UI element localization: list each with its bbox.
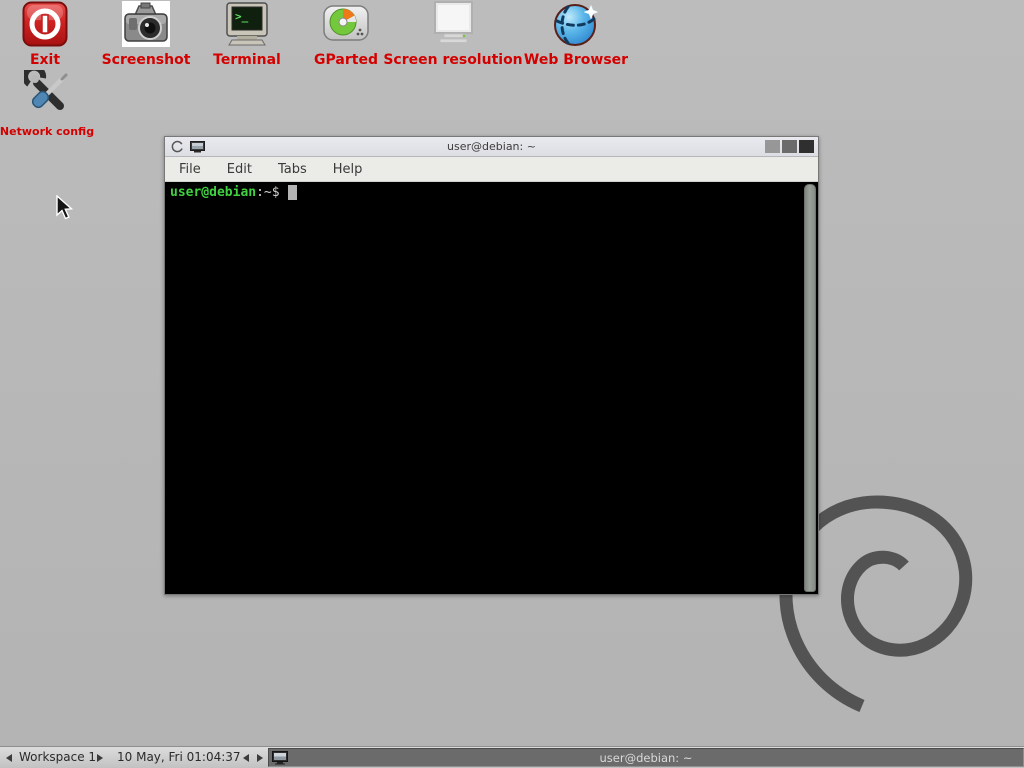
monitor-icon: [429, 1, 477, 48]
close-button[interactable]: [799, 140, 814, 153]
tools-icon: [24, 70, 70, 117]
menu-help[interactable]: Help: [330, 160, 366, 179]
desktop-icon-gparted[interactable]: GParted: [296, 1, 396, 67]
terminal-screen[interactable]: user@debian:~$: [165, 182, 818, 594]
prompt-user-host: user@debian: [170, 185, 256, 200]
desktop-icon-screen-resolution[interactable]: Screen resolution: [383, 1, 523, 67]
desktop-icon-label: Screenshot: [102, 53, 191, 67]
desktop-icon-web-browser[interactable]: Web Browser: [521, 1, 631, 67]
task-monitor-icon: [272, 751, 288, 765]
desktop-icon-label: Terminal: [213, 53, 281, 67]
terminal-cursor: [288, 185, 297, 200]
minimize-button[interactable]: [765, 140, 780, 153]
exit-icon: [22, 1, 69, 48]
mouse-cursor: [55, 195, 74, 221]
desktop-icon-label: Web Browser: [524, 53, 628, 67]
camera-icon: [122, 1, 170, 48]
menu-file[interactable]: File: [176, 160, 204, 179]
window-title: user@debian: ~: [165, 140, 818, 153]
globe-icon: [552, 1, 600, 48]
task-button-label: user@debian: ~: [600, 751, 693, 765]
svg-text:>_: >_: [235, 10, 249, 23]
desktop-icon-label: Screen resolution: [383, 53, 522, 67]
menu-edit[interactable]: Edit: [224, 160, 255, 179]
terminal-window: user@debian: ~ File Edit Tabs Help user@…: [164, 136, 819, 595]
desktop-icon-screenshot[interactable]: Screenshot: [91, 1, 201, 67]
shell-prompt: user@debian:~$: [170, 185, 297, 201]
tasklist-next-arrow[interactable]: [257, 754, 263, 762]
desktop-icon-terminal[interactable]: >_ Terminal: [202, 1, 292, 67]
workspace-label: Workspace 1: [19, 750, 96, 765]
task-button-terminal[interactable]: user@debian: ~: [268, 748, 1024, 767]
terminal-window-icon: [190, 141, 205, 153]
menu-tabs[interactable]: Tabs: [275, 160, 310, 179]
terminal-menubar: File Edit Tabs Help: [165, 157, 818, 182]
maximize-button[interactable]: [782, 140, 797, 153]
tasklist-prev-arrow[interactable]: [243, 754, 249, 762]
desktop-icon-exit[interactable]: Exit: [5, 1, 85, 67]
desktop-icon-network-config[interactable]: Network config: [0, 70, 94, 139]
disk-partition-icon: [322, 1, 370, 48]
desktop-icon-label: Network config: [0, 125, 94, 139]
desktop-icon-label: Exit: [30, 53, 60, 67]
window-titlebar[interactable]: user@debian: ~: [165, 137, 818, 157]
desktop-icon-label: GParted: [314, 53, 378, 67]
workspace-next-arrow[interactable]: [97, 754, 103, 762]
taskbar: Workspace 1 10 May, Fri 01:04:37 user@de…: [0, 746, 1024, 768]
prompt-path-symbol: :~$: [256, 185, 279, 200]
workspace-prev-arrow[interactable]: [6, 754, 12, 762]
crt-terminal-icon: >_: [224, 1, 270, 48]
terminal-scrollbar[interactable]: [804, 184, 816, 592]
debian-window-icon: [171, 140, 184, 153]
taskbar-clock: 10 May, Fri 01:04:37: [117, 750, 241, 765]
